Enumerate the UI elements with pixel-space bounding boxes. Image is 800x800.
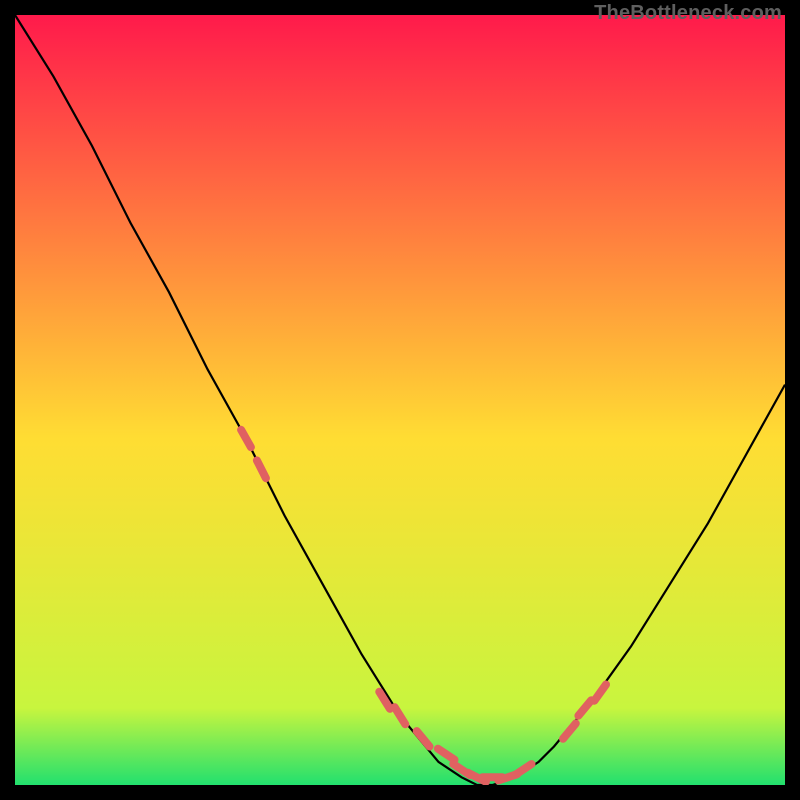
chart-frame: TheBottleneck.com bbox=[0, 0, 800, 800]
gradient-background bbox=[15, 15, 785, 785]
bottleneck-chart bbox=[15, 15, 785, 785]
plot-area bbox=[15, 15, 785, 785]
watermark-text: TheBottleneck.com bbox=[594, 2, 782, 25]
